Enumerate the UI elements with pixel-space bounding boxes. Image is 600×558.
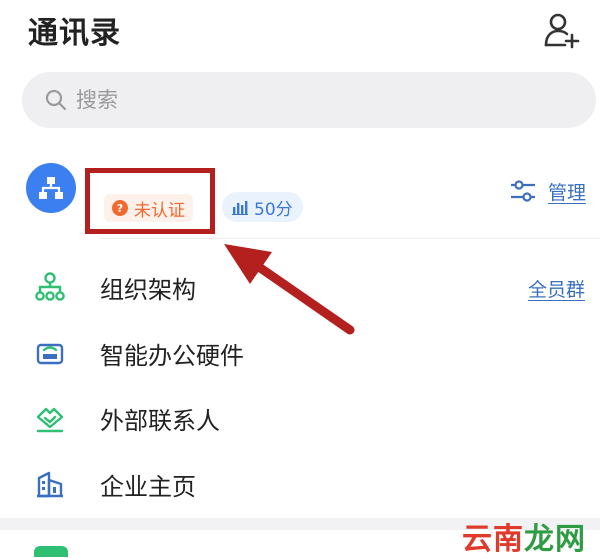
annotation-highlight-box [85,168,215,234]
office-hardware-icon [34,337,66,369]
search-bar[interactable] [22,72,596,128]
menu-item-label: 组织架构 [100,275,196,304]
divider [100,238,600,239]
search-input[interactable] [74,87,558,113]
menu-item-label: 外部联系人 [100,406,220,435]
score-badge[interactable]: 50分 [222,192,303,222]
manage-label: 管理 [548,181,587,204]
handshake-icon [34,402,66,434]
menu-item-external-contacts[interactable]: 外部联系人 [0,390,600,446]
settings-sliders-icon [511,180,535,202]
search-icon [45,89,67,111]
add-user-icon [544,13,580,49]
menu-item-label: 企业主页 [100,472,196,501]
org-tree-icon [39,177,63,199]
org-avatar[interactable] [26,163,76,213]
menu-item-company-homepage[interactable]: 企业主页 [0,456,600,512]
menu-item-org-structure[interactable]: 组织架构 [0,259,600,315]
add-contact-button[interactable] [540,8,584,52]
org-structure-icon [34,271,66,303]
all-staff-group-link[interactable]: 全员群 [528,275,585,302]
watermark-part-1: 云南 [462,522,524,557]
watermark-part-2: 龙网 [524,522,586,557]
page-title: 通讯录 [28,16,121,51]
bar-chart-icon [232,201,248,215]
partial-menu-icon [34,546,68,557]
menu-item-office-hardware[interactable]: 智能办公硬件 [0,325,600,381]
building-icon [34,468,66,500]
watermark-logo: 云南龙网 [462,514,586,558]
score-label: 50分 [254,199,293,220]
menu-item-label: 智能办公硬件 [100,341,244,370]
manage-button[interactable]: 管理 [508,176,586,206]
